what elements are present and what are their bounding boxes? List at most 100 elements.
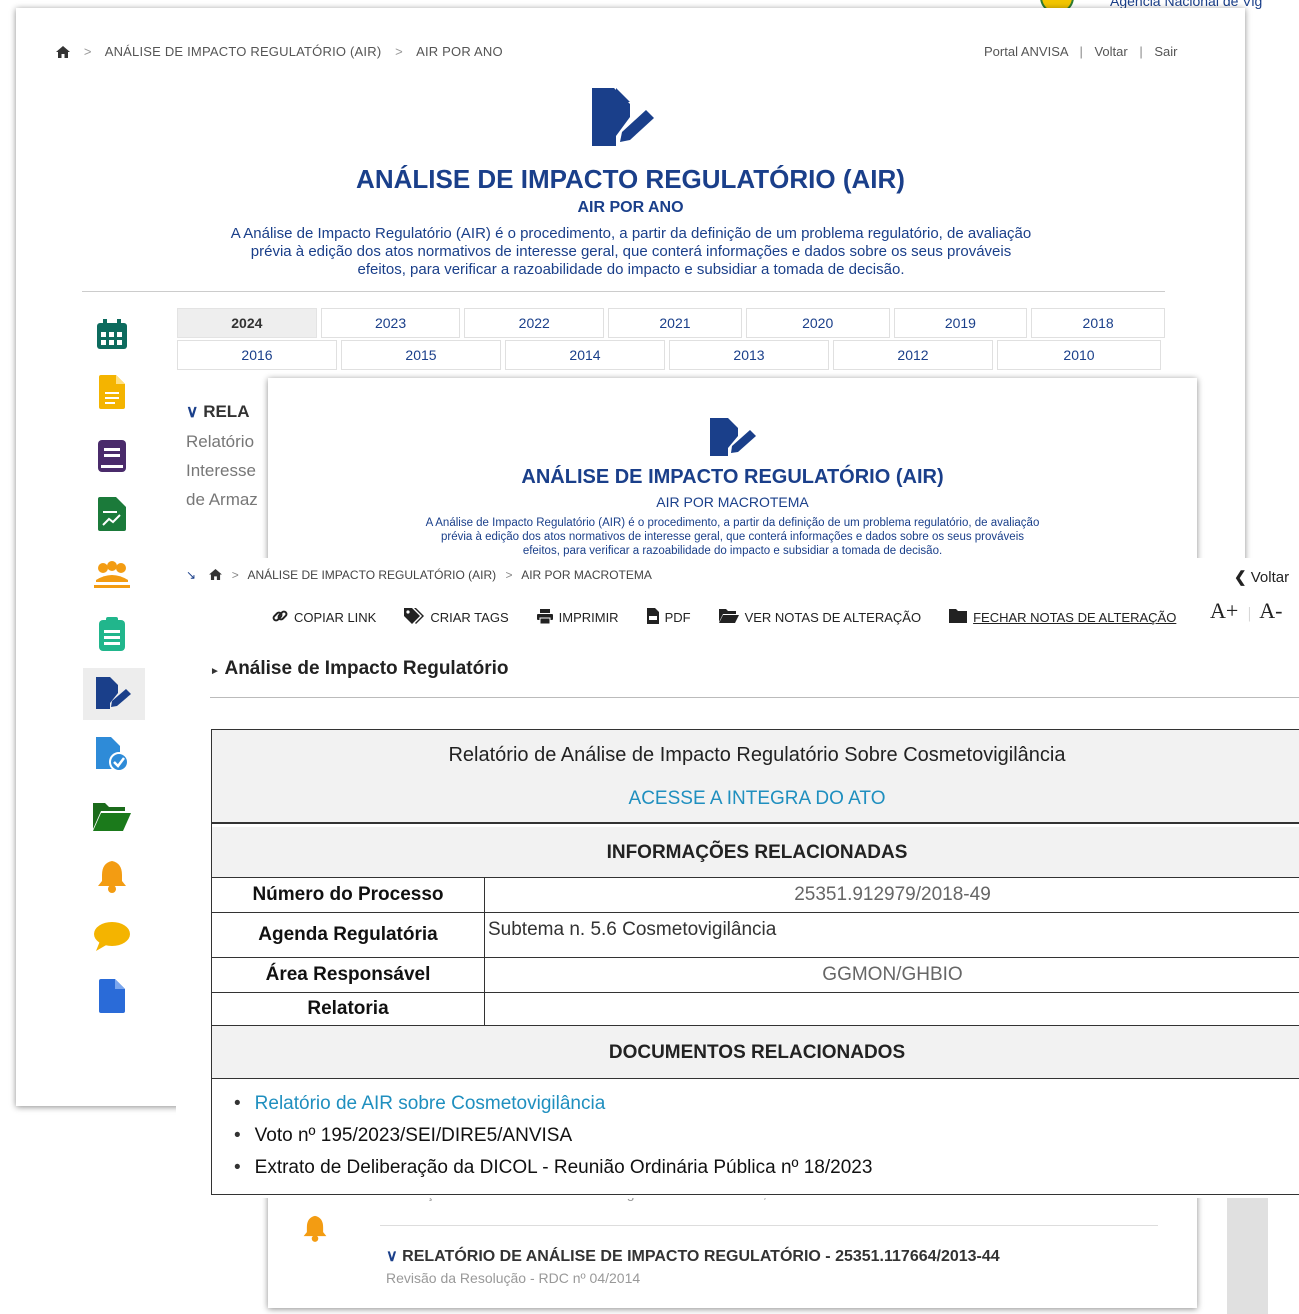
copy-link-button[interactable]: COPIAR LINK [272, 608, 376, 627]
divider [210, 697, 1299, 698]
tab-year-2016[interactable]: 2016 [177, 340, 337, 370]
report-line: Interesse [186, 461, 256, 480]
report-line: Relatório [186, 432, 255, 451]
table-row: Agenda Regulatória Subtema n. 5.6 Cosmet… [212, 913, 1299, 958]
tab-year-2020[interactable]: 2020 [745, 308, 890, 338]
report-head-label: RELATÓRIO DE ANÁLISE DE IMPACTO REGULATÓ… [402, 1248, 1000, 1265]
close-notes-button[interactable]: FECHAR NOTAS DE ALTERAÇÃO [949, 608, 1176, 627]
report-section-head[interactable]: ∨ RELA [186, 402, 249, 422]
ato-detail-panel: ↘ > ANÁLISE DE IMPACTO REGULATÓRIO (AIR)… [176, 558, 1299, 1198]
edit-document-icon-active[interactable] [83, 668, 145, 720]
tab-year-2010[interactable]: 2010 [997, 340, 1161, 370]
tab-year-2019[interactable]: 2019 [893, 308, 1028, 338]
font-decrease-button[interactable]: A- [1259, 598, 1282, 623]
chevron-down-icon[interactable]: ↘ [186, 568, 196, 582]
tab-year-2021[interactable]: 2021 [608, 308, 742, 338]
ato-table: Relatório de Análise de Impacto Regulató… [211, 729, 1299, 1195]
book-icon[interactable] [92, 436, 132, 476]
voltar-link[interactable]: Voltar [1094, 44, 1127, 59]
chevron-left-icon: ❮ [1234, 569, 1247, 586]
page-subtitle: AIR POR MACROTEMA [656, 494, 809, 510]
chart-document-icon[interactable] [92, 494, 132, 534]
year-tabs: 2024 2023 2022 2021 2020 2019 2018 2016 … [177, 308, 1165, 370]
section-title: ► Análise de Impacto Regulatório [210, 658, 508, 680]
row-value: GGMON/GHBIO [822, 964, 963, 985]
row-value [485, 993, 1299, 1025]
pdf-label: PDF [664, 610, 691, 625]
create-tags-button[interactable]: CRIAR TAGS [404, 608, 509, 627]
bell-icon[interactable] [92, 856, 132, 896]
document-yellow-icon[interactable] [92, 372, 132, 412]
sair-link[interactable]: Sair [1154, 44, 1177, 59]
doc-link[interactable]: Relatório de AIR sobre Cosmetovigilância [255, 1093, 606, 1114]
folder-open-icon [718, 609, 739, 626]
breadcrumb-air-por-ano[interactable]: AIR POR ANO [416, 44, 503, 59]
tab-year-2014[interactable]: 2014 [505, 340, 665, 370]
page-title: ANÁLISE DE IMPACTO REGULATÓRIO (AIR) [521, 466, 944, 488]
calendar-icon[interactable] [92, 314, 132, 354]
tab-year-2018[interactable]: 2018 [1031, 308, 1165, 338]
list-item: • Relatório de AIR sobre Cosmetovigilânci… [234, 1093, 606, 1114]
folder-open-icon[interactable] [92, 796, 132, 836]
chevron-down-icon: ∨ [186, 402, 199, 421]
tab-year-2013[interactable]: 2013 [669, 340, 829, 370]
tab-year-2012[interactable]: 2012 [833, 340, 993, 370]
description-line: A Análise de Impacto Regulatório (AIR) é… [230, 225, 1032, 242]
font-size-controls: A+ | A- [1210, 598, 1283, 623]
report-head[interactable]: ∨ RELATÓRIO DE ANÁLISE DE IMPACTO REGULA… [386, 1246, 1000, 1266]
voltar-button[interactable]: ❮ Voltar [1234, 568, 1289, 586]
tab-year-2022[interactable]: 2022 [464, 308, 605, 338]
row-label: Agenda Regulatória [212, 913, 485, 957]
list-item: • Voto nº 195/2023/SEI/DIRE5/ANVISA [234, 1125, 573, 1146]
scrollbar-track[interactable] [1227, 1196, 1268, 1314]
table-row: Número do Processo 25351.912979/2018-49 [212, 878, 1299, 913]
divider [380, 1225, 1158, 1226]
docs-header: DOCUMENTOS RELACIONADOS [608, 1042, 906, 1063]
row-label: Área Responsável [212, 958, 485, 992]
home-icon[interactable] [56, 46, 70, 61]
access-full-text-link[interactable]: ACESSE A INTEGRA DO ATO [212, 788, 1299, 810]
close-notes-label: FECHAR NOTAS DE ALTERAÇÃO [973, 610, 1177, 625]
bell-icon [302, 1214, 328, 1247]
tab-year-2023[interactable]: 2023 [320, 308, 461, 338]
pdf-button[interactable]: PDF [646, 608, 691, 627]
chevron-down-icon: ∨ [386, 1248, 398, 1265]
report-title: Relatório de Análise de Impacto Regulató… [448, 744, 1066, 766]
row-value: 25351.912979/2018-49 [794, 884, 991, 905]
info-header: INFORMAÇÕES RELACIONADAS [606, 842, 908, 863]
page-description: A Análise de Impacto Regulatório (AIR) é… [328, 516, 1137, 558]
document-blue-icon[interactable] [92, 976, 132, 1016]
chat-icon[interactable] [92, 916, 132, 956]
copy-link-label: COPIAR LINK [294, 610, 377, 625]
section-title-label: Análise de Impacto Regulatório [224, 658, 509, 679]
breadcrumb-air[interactable]: ANÁLISE DE IMPACTO REGULATÓRIO (AIR) [247, 568, 496, 582]
report-sub: Revisão da Resolução - RDC nº 04/2014 [386, 1270, 641, 1286]
list-document-icon[interactable] [92, 614, 132, 654]
print-button[interactable]: IMPRIMIR [536, 608, 619, 627]
people-icon[interactable] [92, 554, 132, 594]
description-line: prévia à edição dos atos normativos de i… [441, 531, 1024, 543]
font-increase-button[interactable]: A+ [1210, 598, 1238, 623]
description-line: prévia à edição dos atos normativos de i… [250, 243, 1012, 260]
description-line: efeitos, para verificar a razoabilidade … [522, 545, 943, 557]
report-section-label: RELA [203, 402, 250, 421]
breadcrumb-air[interactable]: ANÁLISE DE IMPACTO REGULATÓRIO (AIR) [105, 44, 382, 59]
portal-anvisa-link[interactable]: Portal ANVISA [984, 44, 1068, 59]
doc-text: Voto nº 195/2023/SEI/DIRE5/ANVISA [254, 1125, 573, 1146]
view-notes-button[interactable]: VER NOTAS DE ALTERAÇÃO [718, 608, 921, 627]
edit-document-icon [590, 88, 658, 155]
toolbar: COPIAR LINK CRIAR TAGS IMPRIMIR PDF VER … [272, 608, 1176, 627]
breadcrumb-air-por-macrotema[interactable]: AIR POR MACROTEMA [521, 568, 652, 582]
page-subtitle: AIR POR ANO [577, 199, 684, 216]
tab-year-2015[interactable]: 2015 [341, 340, 501, 370]
create-tags-label: CRIAR TAGS [430, 610, 509, 625]
divider [82, 291, 1165, 292]
tab-year-2024[interactable]: 2024 [177, 308, 317, 338]
table-row: Área Responsável GGMON/GHBIO [212, 958, 1299, 993]
caret-right-icon: ► [210, 666, 220, 677]
page-description: A Análise de Impacto Regulatório (AIR) é… [136, 225, 1126, 279]
link-icon [272, 608, 288, 627]
list-item: • Extrato de Deliberação da DICOL - Reuni… [234, 1157, 873, 1178]
check-document-icon[interactable] [92, 734, 132, 774]
home-icon[interactable] [209, 568, 225, 582]
